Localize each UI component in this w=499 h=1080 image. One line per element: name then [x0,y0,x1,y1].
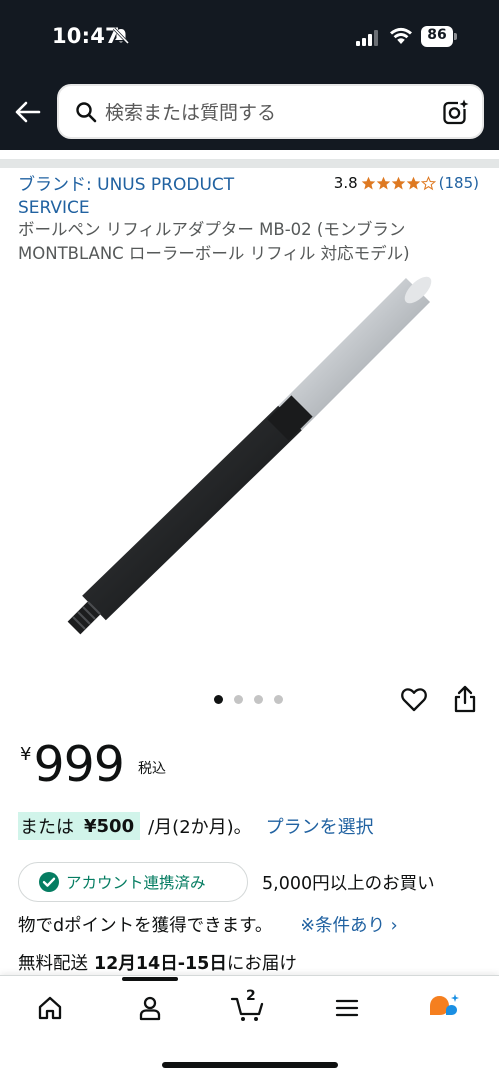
rating-summary[interactable]: 3.8 (185) [334,174,479,192]
home-indicator [162,1062,338,1068]
person-icon [139,996,161,1021]
delivery-prefix: 無料配送 [18,954,88,974]
product-image[interactable] [50,270,450,660]
rating-count-link[interactable]: (185) [439,174,479,192]
header: 10:47 86 [0,0,499,150]
delivery-date: 12月14日-15日 [94,954,227,974]
heart-icon[interactable] [400,686,428,714]
rufus-chat-icon [430,994,459,1015]
price-currency: ¥ [20,744,32,765]
camera-lens-icon[interactable] [442,98,470,126]
points-text: 物でdポイントを獲得できます。 [18,916,273,936]
divider-bar [0,159,499,168]
star-full-icon [361,176,375,189]
battery-level: 86 [427,27,447,43]
battery-indicator: 86 [421,26,457,47]
carousel-dot[interactable] [234,695,243,704]
rating-value: 3.8 [333,174,358,192]
installment-prefix: または [20,817,74,838]
price-amount: 999 [33,736,125,793]
wifi-icon [390,27,412,44]
points-text-line1: 5,000円以上のお買い [262,874,435,894]
bell-muted-icon [112,27,130,45]
search-input[interactable] [105,98,425,128]
check-circle-icon [39,872,59,892]
star-rating [361,175,436,191]
product-title: ボールペン リフィルアダプター MB-02 (モンブラン MONTBLANC ロ… [18,220,410,263]
delivery-info: 無料配送 12月14日-15日 にお届け [18,950,297,975]
installment-amount: ¥500 [84,815,135,837]
home-icon [38,996,62,1020]
tab-account[interactable] [130,990,170,1026]
price: ¥ 999 税込 [20,736,166,794]
hamburger-icon [335,999,359,1017]
account-linked-badge[interactable]: アカウント連携済み [18,862,248,902]
points-text-line2: 物でdポイントを獲得できます。 ※条件あり › [18,912,398,937]
image-carousel-dots [214,695,283,704]
tab-menu[interactable] [327,990,367,1026]
select-plan-link[interactable]: プランを選択 [266,813,374,839]
star-full-icon [376,176,390,189]
tax-label: 税込 [137,761,166,777]
arrow-left-icon[interactable] [12,96,44,128]
installment-highlight: または ¥500 [18,812,141,840]
brand-link[interactable]: ブランド: UNUS PRODUCT SERVICE [18,174,308,220]
cart-count: 2 [246,988,256,1004]
search-bar[interactable] [57,84,484,139]
installment-term: /月(2か月)。 [148,817,252,838]
carousel-dot-active[interactable] [214,695,223,704]
status-time: 10:47 [52,24,120,48]
delivery-suffix: にお届け [226,954,297,974]
tab-home[interactable] [30,990,70,1026]
cellular-signal-icon [356,30,378,46]
tab-rufus[interactable] [425,990,465,1026]
conditions-link[interactable]: ※条件あり › [300,912,397,937]
search-icon [76,102,97,123]
star-empty-icon [420,175,436,190]
carousel-dot[interactable] [274,695,283,704]
installment-offer: または ¥500 /月(2か月)。 プランを選択 [18,812,374,840]
account-linked-label: アカウント連携済み [66,874,206,892]
star-full-icon [406,176,420,189]
star-full-icon [391,176,405,189]
carousel-dot[interactable] [254,695,263,704]
active-tab-indicator [122,977,178,981]
share-icon[interactable] [452,684,478,714]
